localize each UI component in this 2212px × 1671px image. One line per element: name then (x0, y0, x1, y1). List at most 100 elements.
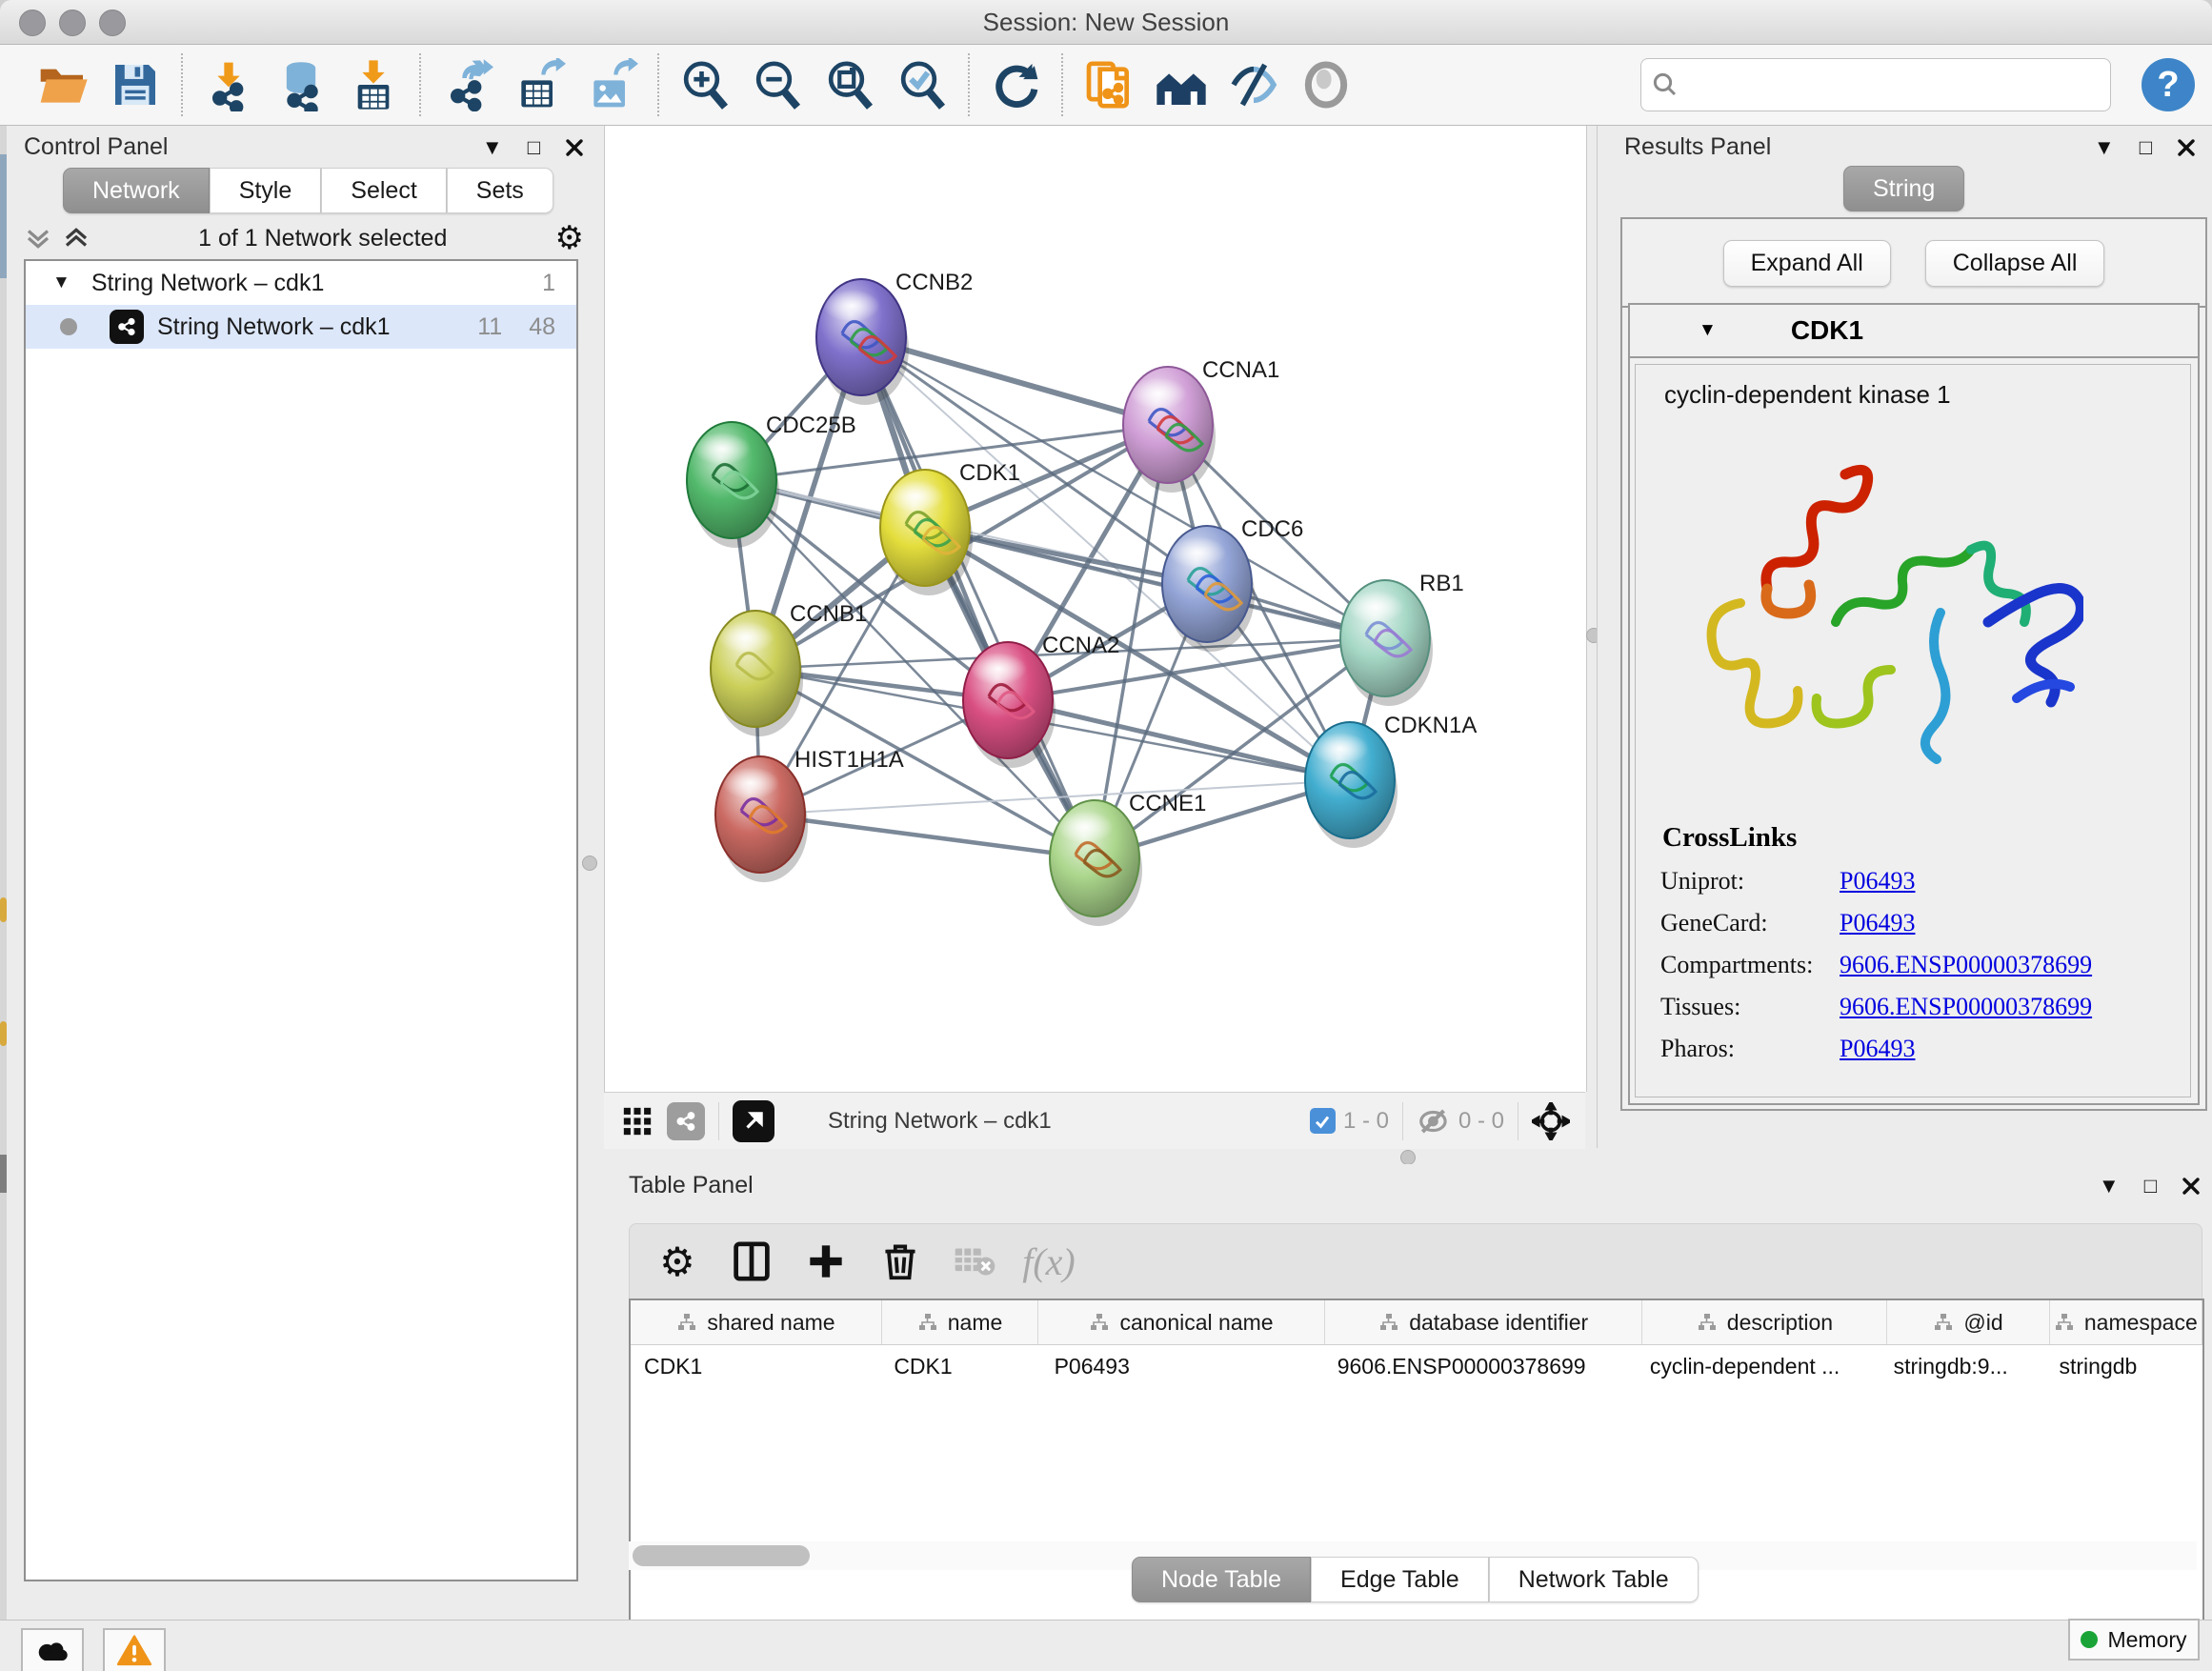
network-share-view-icon[interactable] (667, 1102, 705, 1140)
hide-panel-eye-button[interactable] (1224, 55, 1283, 114)
network-node-CCNA1[interactable]: CCNA1 (1123, 357, 1279, 493)
tab-style[interactable]: Style (210, 168, 322, 213)
tab-network[interactable]: Network (63, 168, 210, 213)
show-panel-eye-button[interactable] (1297, 55, 1356, 114)
warnings-button[interactable] (103, 1628, 166, 1671)
table-panel-collapse-icon[interactable]: ▼ (2099, 1176, 2120, 1197)
network-node-CDC6[interactable]: CDC6 (1162, 516, 1303, 652)
control-panel-float-icon[interactable]: □ (528, 137, 540, 158)
network-canvas[interactable]: CCNB2CCNA1CDC25BCDK1CDC6RB1CCNB1CCNA2CDK… (604, 126, 1587, 1092)
table-cell[interactable]: stringdb:9... (1880, 1345, 2046, 1387)
column-header-database-identifier[interactable]: database identifier (1325, 1300, 1643, 1344)
import-network-from-database-button[interactable] (271, 55, 331, 114)
zoom-selected-button[interactable] (893, 55, 952, 114)
table-cell[interactable]: CDK1 (631, 1345, 880, 1387)
grid-view-icon[interactable] (621, 1105, 654, 1137)
results-panel-collapse-icon[interactable]: ▼ (2094, 137, 2115, 158)
add-column-icon[interactable] (799, 1238, 853, 1285)
protein-section-expand-icon[interactable]: ▼ (1699, 320, 1717, 341)
table-cell[interactable]: CDK1 (880, 1345, 1040, 1387)
table-panel-close-icon[interactable] (2182, 1177, 2201, 1196)
selected-items-checkbox[interactable] (1310, 1108, 1336, 1134)
function-builder-icon[interactable]: f(x) (1022, 1238, 1076, 1285)
column-header-canonical-name[interactable]: canonical name (1038, 1300, 1325, 1344)
column-header-shared-name[interactable]: shared name (631, 1300, 882, 1344)
crosslink-link[interactable]: P06493 (1840, 909, 1915, 937)
network-node-CDC25B[interactable]: CDC25B (687, 413, 856, 548)
zoom-in-button[interactable] (675, 55, 734, 114)
search-input[interactable] (1689, 65, 2110, 105)
network-edge[interactable] (861, 337, 1095, 858)
crosslink-link[interactable]: P06493 (1840, 1035, 1915, 1063)
refresh-layout-button[interactable] (986, 55, 1045, 114)
collapse-all-networks-icon[interactable] (62, 226, 90, 251)
network-node-CDK1[interactable]: CDK1 (880, 460, 1020, 595)
open-in-new-window-icon[interactable] (733, 1100, 774, 1142)
tree-expand-icon[interactable]: ▼ (52, 272, 70, 293)
table-cell[interactable]: cyclin-dependent ... (1637, 1345, 1880, 1387)
results-panel-close-icon[interactable] (2177, 138, 2196, 157)
left-splitter-handle[interactable] (582, 856, 597, 871)
network-collection-row[interactable]: ▼ String Network – cdk1 1 (26, 261, 576, 305)
crosslink-link[interactable]: 9606.ENSP00000378699 (1840, 951, 2092, 979)
show-columns-icon[interactable] (725, 1238, 778, 1285)
expand-all-networks-icon[interactable] (24, 226, 52, 251)
save-session-button[interactable] (106, 55, 165, 114)
tab-edge-table[interactable]: Edge Table (1311, 1557, 1489, 1602)
open-session-button[interactable] (33, 55, 92, 114)
control-panel-collapse-icon[interactable]: ▼ (482, 137, 503, 158)
tab-network-table[interactable]: Network Table (1489, 1557, 1699, 1602)
column-header-description[interactable]: description (1642, 1300, 1887, 1344)
tab-select[interactable]: Select (321, 168, 446, 213)
fit-selected-crosshair-icon[interactable] (1532, 1102, 1570, 1140)
network-node-RB1[interactable]: RB1 (1340, 571, 1464, 706)
tab-sets[interactable]: Sets (447, 168, 553, 213)
table-cell[interactable]: P06493 (1041, 1345, 1324, 1387)
crosslink-link[interactable]: 9606.ENSP00000378699 (1840, 993, 2092, 1021)
network-row-selected[interactable]: String Network – cdk1 11 48 (26, 305, 576, 349)
network-node-CCNA2[interactable]: CCNA2 (963, 633, 1119, 768)
tab-string[interactable]: String (1843, 166, 1964, 211)
table-cell[interactable]: 9606.ENSP00000378699 (1324, 1345, 1637, 1387)
zoom-fit-button[interactable] (820, 55, 879, 114)
export-image-button[interactable] (582, 55, 641, 114)
delete-table-icon[interactable] (948, 1238, 1001, 1285)
import-table-button[interactable] (344, 55, 403, 114)
scrollbar-thumb[interactable] (633, 1545, 810, 1566)
network-node-CCNE1[interactable]: CCNE1 (1050, 791, 1206, 926)
collapse-all-button[interactable]: Collapse All (1925, 240, 2105, 287)
help-button[interactable]: ? (2139, 55, 2198, 114)
tab-node-table[interactable]: Node Table (1132, 1557, 1311, 1602)
network-edge[interactable] (760, 815, 1095, 858)
cloud-status-button[interactable] (21, 1628, 84, 1671)
column-header-namespace[interactable]: namespace (2050, 1300, 2202, 1344)
table-panel-float-icon[interactable]: □ (2144, 1176, 2157, 1197)
table-options-gear-icon[interactable]: ⚙ (651, 1238, 704, 1285)
horizontal-splitter-handle[interactable] (1400, 1150, 1416, 1165)
crosslink-link[interactable]: P06493 (1840, 867, 1915, 896)
import-network-button[interactable] (199, 55, 258, 114)
control-panel-close-icon[interactable] (565, 138, 584, 157)
network-graph[interactable]: CCNB2CCNA1CDC25BCDK1CDC6RB1CCNB1CCNA2CDK… (605, 126, 1586, 1092)
export-network-button[interactable] (437, 55, 496, 114)
network-node-CDKN1A[interactable]: CDKN1A (1305, 713, 1477, 848)
delete-column-icon[interactable] (874, 1238, 927, 1285)
export-table-button[interactable] (510, 55, 569, 114)
hidden-items-eye-icon[interactable] (1417, 1107, 1453, 1136)
network-node-CCNB2[interactable]: CCNB2 (816, 270, 973, 405)
network-edge[interactable] (925, 528, 1385, 638)
column-header-name[interactable]: name (882, 1300, 1038, 1344)
toolbar-search-field[interactable] (1640, 58, 2111, 111)
memory-button[interactable]: Memory (2068, 1619, 2200, 1661)
birds-eye-view-button[interactable] (1152, 55, 1211, 114)
results-panel-float-icon[interactable]: □ (2140, 137, 2152, 158)
expand-all-button[interactable]: Expand All (1723, 240, 1891, 287)
network-options-gear-icon[interactable]: ⚙ (555, 222, 584, 254)
network-edge[interactable] (1008, 700, 1350, 780)
node-table-row[interactable]: CDK1CDK1P064939606.ENSP00000378699cyclin… (631, 1345, 2202, 1387)
zoom-out-button[interactable] (748, 55, 807, 114)
column-header-@id[interactable]: @id (1887, 1300, 2049, 1344)
network-node-HIST1H1A[interactable]: HIST1H1A (715, 747, 904, 882)
table-cell[interactable]: stringdb (2046, 1345, 2203, 1387)
clone-network-button[interactable] (1079, 55, 1138, 114)
